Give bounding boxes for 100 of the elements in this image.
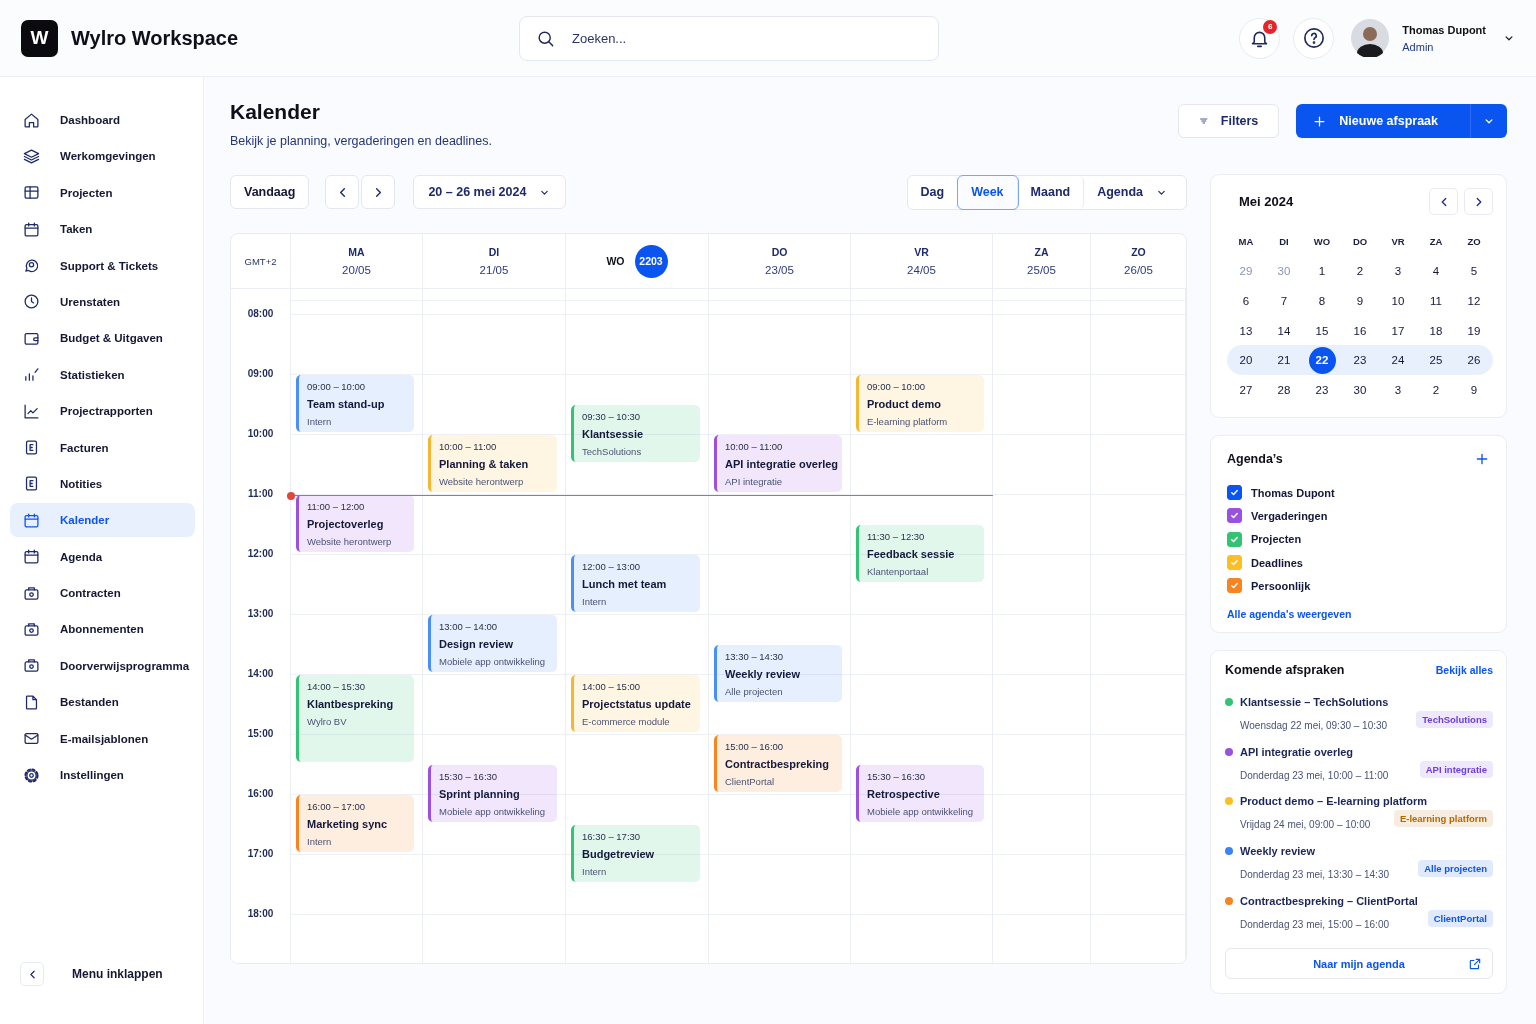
sidebar-item[interactable]: Abonnementen xyxy=(10,612,195,647)
event-card[interactable]: 14:00 – 15:30 Klantbespreking Wylro BV xyxy=(296,675,414,762)
calendar-day[interactable]: 10 xyxy=(1384,287,1412,315)
day-date: 24/05 xyxy=(907,264,936,276)
notifications-button[interactable]: 6 xyxy=(1239,17,1281,59)
calendar-day[interactable]: 20 xyxy=(1232,346,1260,374)
calendar-day[interactable]: 3 xyxy=(1384,257,1412,285)
appointment-title[interactable]: Weekly review xyxy=(1240,845,1493,858)
calendar-day[interactable]: 3 xyxy=(1384,376,1412,404)
event-card[interactable]: 09:30 – 10:30 Klantsessie TechSolutions xyxy=(571,405,700,462)
sidebar-item[interactable]: Projectrapporten xyxy=(10,394,195,429)
calendar-day[interactable]: 17 xyxy=(1384,317,1412,345)
date-range-dropdown[interactable]: 20 – 26 mei 2024 xyxy=(413,175,567,209)
calendar-day[interactable]: 27 xyxy=(1232,376,1260,404)
calendar-day[interactable]: 5 xyxy=(1460,257,1488,285)
event-card[interactable]: 13:00 – 14:00 Design review Mobiele app ontwikkeling xyxy=(428,615,557,672)
sidebar-item[interactable]: Notities xyxy=(10,466,195,501)
checkbox[interactable] xyxy=(1227,578,1242,594)
event-card[interactable]: 15:00 – 16:00 Contractbespreking ClientPortal xyxy=(714,735,842,792)
calendar-day[interactable]: 14 xyxy=(1270,317,1298,345)
filters-button[interactable]: Filters xyxy=(1178,104,1280,138)
help-button[interactable] xyxy=(1293,17,1335,59)
checkbox[interactable] xyxy=(1227,531,1242,547)
sidebar-item[interactable]: Kalender xyxy=(10,503,195,538)
calendar-day[interactable]: 19 xyxy=(1460,317,1488,345)
appointment-title[interactable]: Contractbespreking – ClientPortal xyxy=(1240,894,1493,907)
appointment-title[interactable]: Product demo – E-learning platform xyxy=(1240,795,1493,808)
sidebar-item[interactable]: Doorverwijsprogramma xyxy=(10,648,195,683)
event-card[interactable]: 13:30 – 14:30 Weekly review Alle projecten xyxy=(714,645,842,702)
my-agenda-button[interactable]: Naar mijn agenda xyxy=(1225,948,1493,979)
search-field[interactable]: Zoeken... xyxy=(519,15,939,61)
calendar-day[interactable]: 21 xyxy=(1270,346,1298,374)
calendar-day[interactable]: 1 xyxy=(1308,257,1336,285)
calendar-day[interactable]: 30 xyxy=(1346,376,1374,404)
calendar-day[interactable]: 28 xyxy=(1270,376,1298,404)
event-card[interactable]: 16:30 – 17:30 Budgetreview Intern xyxy=(571,825,700,882)
view-all-link[interactable]: Bekijk alles xyxy=(1435,664,1493,676)
calendar-day[interactable]: 22 xyxy=(1308,346,1336,374)
sidebar-item[interactable]: Werkomgevingen xyxy=(10,139,195,174)
event-card[interactable]: 15:30 – 16:30 Retrospective Mobiele app ontwikkeling xyxy=(856,765,984,822)
sidebar-item[interactable]: Instellingen xyxy=(10,758,195,793)
calendar-day[interactable]: 18 xyxy=(1422,317,1450,345)
next-month-button[interactable] xyxy=(1464,188,1493,215)
sidebar-item[interactable]: E-mailsjablonen xyxy=(10,721,195,756)
collapse-label[interactable]: Menu inklappen xyxy=(72,967,163,981)
checkbox[interactable] xyxy=(1227,508,1242,524)
event-card[interactable]: 16:00 – 17:00 Marketing sync Intern xyxy=(296,795,414,852)
calendar-day[interactable]: 23 xyxy=(1346,346,1374,374)
add-button[interactable] xyxy=(1474,451,1490,467)
sidebar-item[interactable]: Budget & Uitgaven xyxy=(10,321,195,356)
calendar-day[interactable]: 24 xyxy=(1384,346,1412,374)
event-time: 11:00 – 12:00 xyxy=(307,501,366,512)
calendar-day[interactable]: 11 xyxy=(1422,287,1450,315)
calendar-day[interactable]: 13 xyxy=(1232,317,1260,345)
calendar-day[interactable]: 9 xyxy=(1460,376,1488,404)
calendar-day[interactable]: 7 xyxy=(1270,287,1298,315)
calendar-day[interactable]: 4 xyxy=(1422,257,1450,285)
collapse-button[interactable] xyxy=(20,962,44,986)
view-tab[interactable]: Week xyxy=(958,175,1018,209)
calendar-day[interactable]: 2 xyxy=(1346,257,1374,285)
sidebar-item[interactable]: Dashboard xyxy=(10,103,195,137)
show-all-link[interactable]: Alle agenda's weergeven xyxy=(1227,608,1352,621)
calendar-day[interactable]: 9 xyxy=(1346,287,1374,315)
sidebar-item[interactable]: Agenda xyxy=(10,539,195,574)
avatar[interactable] xyxy=(1351,19,1390,57)
appointment-title[interactable]: API integratie overleg xyxy=(1240,745,1493,758)
calendar-day[interactable]: 6 xyxy=(1232,287,1260,315)
event-card[interactable]: 09:00 – 10:00 Product demo E-learning platform xyxy=(856,375,984,432)
sidebar-item[interactable]: Statistieken xyxy=(10,357,195,392)
today-button[interactable]: Vandaag xyxy=(230,175,310,209)
calendar-day[interactable]: 26 xyxy=(1460,346,1488,374)
sidebar-item[interactable]: Bestanden xyxy=(10,685,195,720)
calendar-day[interactable]: 8 xyxy=(1308,287,1336,315)
event-card[interactable]: 12:00 – 13:00 Lunch met team Intern xyxy=(571,555,700,612)
calendar-day[interactable]: 15 xyxy=(1308,317,1336,345)
new-options-button[interactable] xyxy=(1470,104,1507,138)
event-card[interactable]: 10:00 – 11:00 Planning & taken Website herontwerp xyxy=(428,435,557,492)
calendar-day[interactable]: 12 xyxy=(1460,287,1488,315)
new-appointment-button[interactable]: Nieuwe afspraak xyxy=(1296,104,1470,138)
sidebar-item[interactable]: Facturen xyxy=(10,430,195,465)
event-card[interactable]: 10:00 – 11:00 API integratie overleg API integratie xyxy=(714,435,842,492)
calendar-day[interactable]: 25 xyxy=(1422,346,1450,374)
view-tab[interactable]: Agenda xyxy=(1084,175,1186,209)
sidebar-item[interactable]: Urenstaten xyxy=(10,284,195,319)
sidebar-item[interactable]: Support & Tickets xyxy=(10,248,195,283)
sidebar-item[interactable]: Projecten xyxy=(10,175,195,210)
event-card[interactable]: 11:30 – 12:30 Feedback sessie Klantenportaal xyxy=(856,525,984,582)
view-tab[interactable]: Maand xyxy=(1017,175,1085,209)
sidebar-item[interactable]: Taken xyxy=(10,212,195,247)
checkbox[interactable] xyxy=(1227,555,1242,571)
previous-month-button[interactable] xyxy=(1429,188,1458,215)
event-card[interactable]: 15:30 – 16:30 Sprint planning Mobiele app ontwikkeling xyxy=(428,765,557,822)
calendar-day[interactable]: 16 xyxy=(1346,317,1374,345)
event-card[interactable]: 09:00 – 10:00 Team stand-up Intern xyxy=(296,375,414,432)
event-card[interactable]: 14:00 – 15:00 Projectstatus update E-commerce module xyxy=(571,675,700,732)
sidebar-item[interactable]: Contracten xyxy=(10,576,195,611)
calendar-day[interactable]: 23 xyxy=(1308,376,1336,404)
calendar-day[interactable]: 2 xyxy=(1422,376,1450,404)
checkbox[interactable] xyxy=(1227,485,1242,501)
appointment-title[interactable]: Klantsessie – TechSolutions xyxy=(1240,696,1493,708)
